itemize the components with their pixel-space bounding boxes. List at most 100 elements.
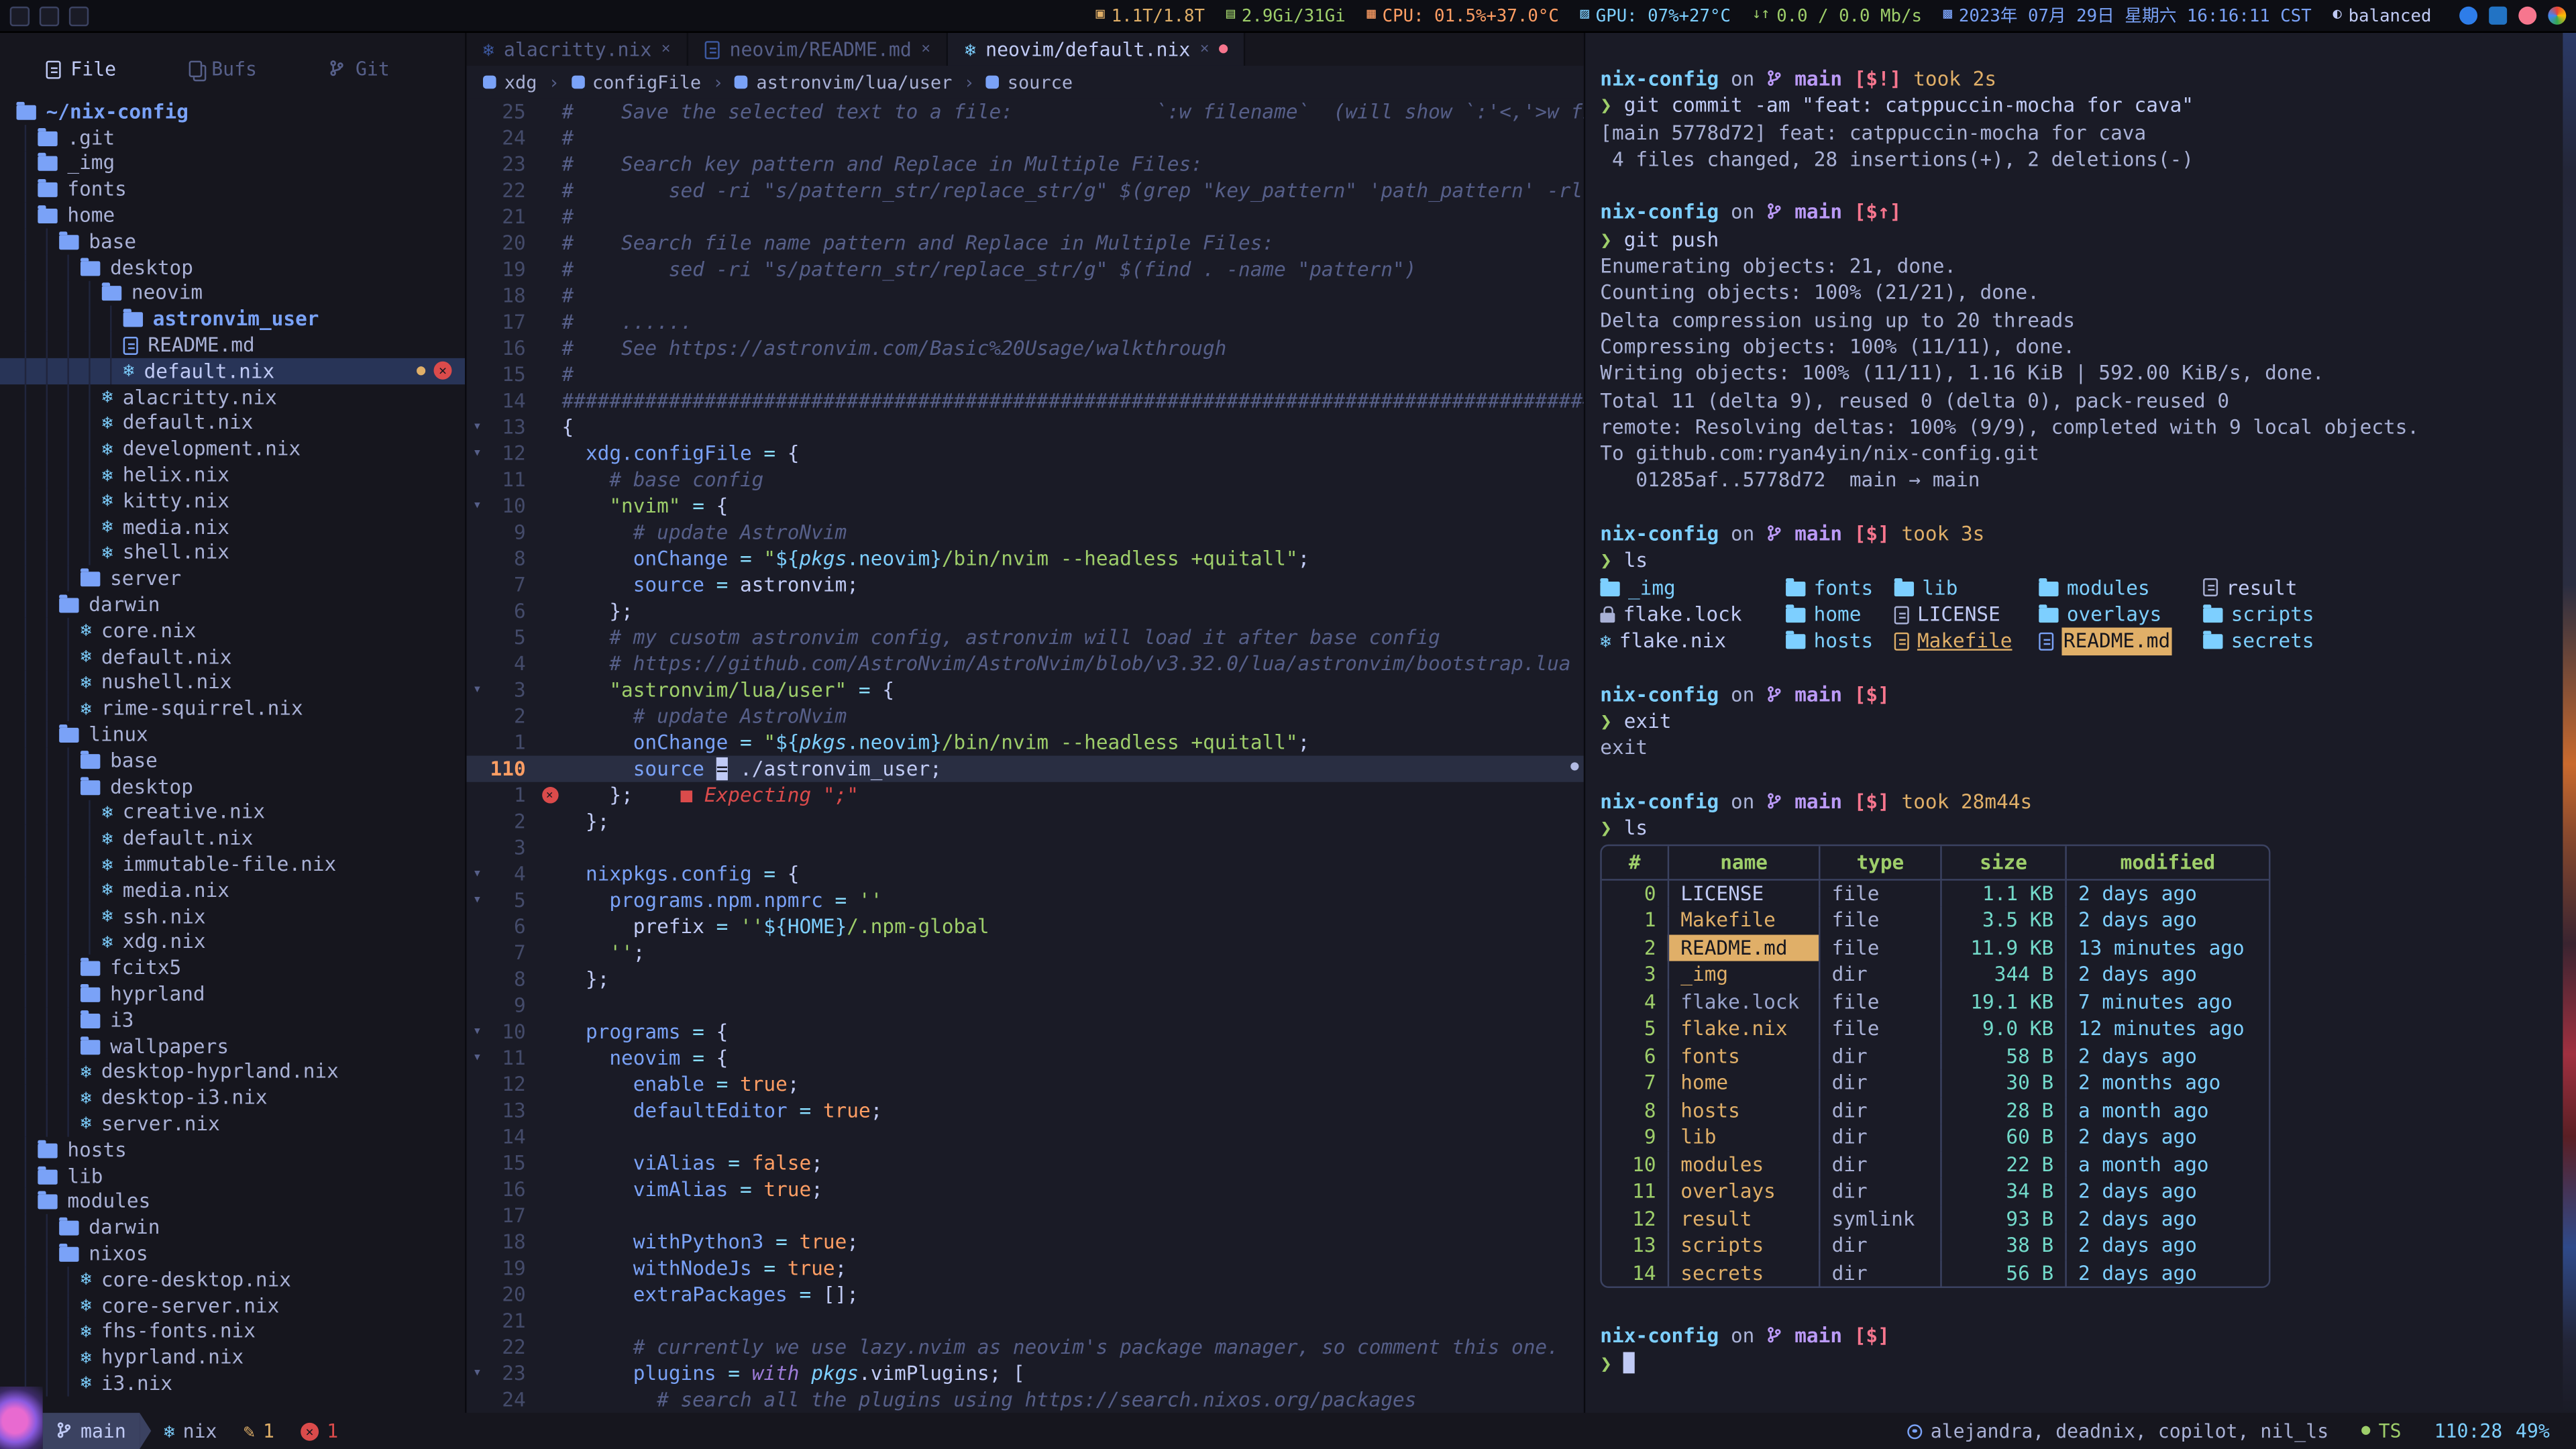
- code-line[interactable]: 15 viAlias = false;: [467, 1150, 1584, 1176]
- code-line[interactable]: 9: [467, 992, 1584, 1018]
- code-line[interactable]: 5 # my cusotm astronvim config, astronvi…: [467, 625, 1584, 651]
- close-icon[interactable]: ✕: [1200, 41, 1209, 57]
- code-line[interactable]: 16# See https://astronvim.com/Basic%20Us…: [467, 335, 1584, 362]
- code-line[interactable]: 17# ......: [467, 309, 1584, 335]
- tree-item[interactable]: server: [0, 566, 465, 592]
- breadcrumb-item[interactable]: xdg: [483, 72, 537, 93]
- tree-item[interactable]: ❄xdg.nix: [0, 929, 465, 955]
- code-line[interactable]: ▾13{: [467, 414, 1584, 440]
- tree-item[interactable]: ❄immutable-file.nix: [0, 851, 465, 877]
- breadcrumb-item[interactable]: source: [986, 72, 1073, 93]
- tree-item[interactable]: wallpapers: [0, 1033, 465, 1059]
- code-line[interactable]: 2 # update AstroNvim: [467, 703, 1584, 729]
- terminal-pane[interactable]: nix-config on main [$!] took 2s❯ git com…: [1585, 33, 2576, 1413]
- code-line[interactable]: 3: [467, 835, 1584, 861]
- code-line[interactable]: ▾10 "nvim" = {: [467, 493, 1584, 519]
- code-line[interactable]: 25# Save the selected text to a file: `:…: [467, 99, 1584, 125]
- tree-item[interactable]: ❄fhs-fonts.nix: [0, 1318, 465, 1344]
- bluetooth-icon[interactable]: [2459, 7, 2477, 25]
- tree-tab-file[interactable]: File: [46, 58, 117, 80]
- tree-item[interactable]: ❄core.nix: [0, 618, 465, 644]
- code-line[interactable]: ▾23 plugins = with pkgs.vimPlugins; [: [467, 1360, 1584, 1387]
- code-line[interactable]: 18#: [467, 282, 1584, 309]
- code-line[interactable]: 17: [467, 1203, 1584, 1229]
- code-line[interactable]: 13 defaultEditor = true;: [467, 1097, 1584, 1124]
- tree-item[interactable]: ❄development.nix: [0, 436, 465, 462]
- buffer-tab[interactable]: ❄alacritty.nix✕: [467, 33, 689, 66]
- file-explorer[interactable]: FileBufsGit ~/nix-config.git_imgfontshom…: [0, 33, 465, 1413]
- tree-item[interactable]: ❄i3.nix: [0, 1371, 465, 1397]
- tree-item[interactable]: ~/nix-config: [0, 99, 465, 125]
- code-line[interactable]: ▾4 nixpkgs.config = {: [467, 861, 1584, 887]
- editor-pane[interactable]: ❄alacritty.nix✕neovim/README.md✕❄neovim/…: [465, 33, 1585, 1413]
- tree-item[interactable]: ❄desktop-hyprland.nix: [0, 1059, 465, 1085]
- vscode-icon[interactable]: [2489, 7, 2507, 25]
- tree-item[interactable]: ❄shell.nix: [0, 540, 465, 566]
- code-line[interactable]: 7 '';: [467, 940, 1584, 966]
- code-line[interactable]: 2 };: [467, 808, 1584, 835]
- code-line[interactable]: 19# sed -ri "s/pattern_str/replace_str/g…: [467, 256, 1584, 282]
- recording-icon[interactable]: [2518, 7, 2536, 25]
- breadcrumb-item[interactable]: configFile: [571, 72, 701, 93]
- code-line[interactable]: 6 prefix = ''${HOME}/.npm-global: [467, 914, 1584, 940]
- tree-item[interactable]: astronvim_user: [0, 306, 465, 332]
- tree-item[interactable]: fonts: [0, 176, 465, 203]
- tree-item[interactable]: ❄media.nix: [0, 514, 465, 540]
- tree-item[interactable]: ❄desktop-i3.nix: [0, 1085, 465, 1111]
- tree-item[interactable]: ❄kitty.nix: [0, 488, 465, 514]
- close-icon[interactable]: ✕: [921, 41, 930, 57]
- code-area[interactable]: 25# Save the selected text to a file: `:…: [467, 99, 1584, 1413]
- buffer-tab[interactable]: neovim/README.md✕: [688, 33, 948, 66]
- tree-item[interactable]: ❄nushell.nix: [0, 669, 465, 696]
- code-line[interactable]: 22 # currently we use lazy.nvim as neovi…: [467, 1334, 1584, 1360]
- tree-item[interactable]: neovim: [0, 280, 465, 307]
- tree-item[interactable]: modules: [0, 1189, 465, 1215]
- code-line[interactable]: 12 enable = true;: [467, 1071, 1584, 1097]
- tree-tab-git[interactable]: Git: [329, 58, 390, 80]
- tree-item[interactable]: _img: [0, 150, 465, 176]
- tree-item[interactable]: ❄media.nix: [0, 877, 465, 904]
- code-line[interactable]: ▾10 programs = {: [467, 1018, 1584, 1044]
- buffer-tab[interactable]: ❄neovim/default.nix✕●: [949, 33, 1246, 66]
- code-line[interactable]: 19 withNodeJs = true;: [467, 1255, 1584, 1281]
- code-line[interactable]: 16 vimAlias = true;: [467, 1176, 1584, 1202]
- tree-item[interactable]: base: [0, 228, 465, 254]
- browser-icon[interactable]: [2548, 7, 2566, 25]
- breadcrumb-item[interactable]: astronvim/lua/user: [735, 72, 953, 93]
- tree-item[interactable]: fcitx5: [0, 955, 465, 981]
- tree-item[interactable]: desktop: [0, 254, 465, 280]
- code-line[interactable]: ▾11 neovim = {: [467, 1045, 1584, 1071]
- tree-item[interactable]: ❄creative.nix: [0, 799, 465, 825]
- code-line[interactable]: 8 };: [467, 966, 1584, 992]
- tree-item[interactable]: ❄default.nix: [0, 410, 465, 436]
- code-line[interactable]: 18 withPython3 = true;: [467, 1229, 1584, 1255]
- code-line[interactable]: 1✕ }; ■ Expecting ";": [467, 782, 1584, 808]
- code-line[interactable]: 14######################################…: [467, 388, 1584, 414]
- tree-item[interactable]: ❄server.nix: [0, 1111, 465, 1137]
- tree-item[interactable]: ❄default.nix: [0, 825, 465, 851]
- code-line[interactable]: 11 # base config: [467, 467, 1584, 493]
- close-icon[interactable]: ✕: [661, 41, 670, 57]
- code-line[interactable]: 8 onChange = "${pkgs.neovim}/bin/nvim --…: [467, 545, 1584, 572]
- tree-item[interactable]: home: [0, 203, 465, 229]
- tree-item[interactable]: ❄core-desktop.nix: [0, 1267, 465, 1293]
- code-line[interactable]: 20 extraPackages = [];: [467, 1281, 1584, 1307]
- terminal-cursor-line[interactable]: ❯: [1600, 1350, 2576, 1377]
- window-button-2[interactable]: [40, 6, 59, 25]
- tree-item[interactable]: ❄core-server.nix: [0, 1293, 465, 1319]
- tree-tab-bufs[interactable]: Bufs: [189, 58, 257, 80]
- window-button-3[interactable]: [69, 6, 89, 25]
- tree-item[interactable]: base: [0, 747, 465, 773]
- code-line[interactable]: 110 source = ./astronvim_user;: [467, 756, 1584, 782]
- code-line[interactable]: 24 # search all the plugins using https:…: [467, 1387, 1584, 1413]
- code-line[interactable]: 14: [467, 1124, 1584, 1150]
- tree-item[interactable]: ❄default.nix: [0, 643, 465, 669]
- code-line[interactable]: 20# Search file name pattern and Replace…: [467, 230, 1584, 256]
- tree-item[interactable]: README.md: [0, 332, 465, 358]
- code-line[interactable]: 23# Search key pattern and Replace in Mu…: [467, 151, 1584, 177]
- code-line[interactable]: ▾3 "astronvim/lua/user" = {: [467, 677, 1584, 703]
- tree-item[interactable]: i3: [0, 1007, 465, 1033]
- tree-item[interactable]: hosts: [0, 1136, 465, 1163]
- tree-item[interactable]: lib: [0, 1163, 465, 1189]
- tree-item[interactable]: hyprland: [0, 981, 465, 1007]
